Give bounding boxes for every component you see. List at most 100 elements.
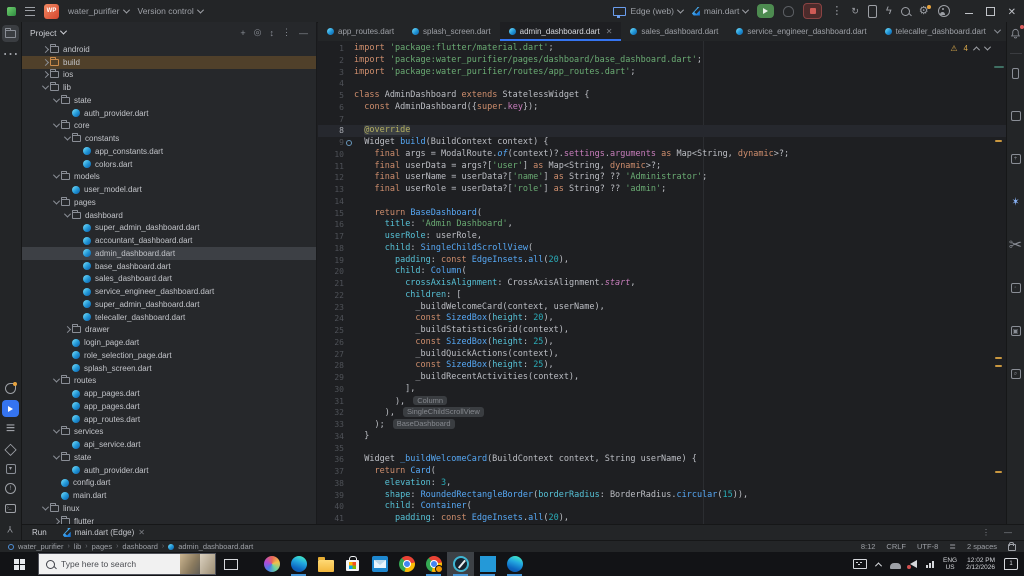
chevron-down-icon[interactable] — [41, 83, 48, 90]
code-line-27[interactable]: 27 _buildQuickActions(context), — [318, 349, 1006, 361]
line-number[interactable]: 32 — [318, 407, 344, 419]
code-line-25[interactable]: 25 _buildStatisticsGrid(context), — [318, 325, 1006, 337]
code-line-34[interactable]: 34 } — [318, 431, 1006, 443]
tree-item-admin_dashboard-dart[interactable]: admin_dashboard.dart — [22, 247, 316, 260]
inspections-widget[interactable]: ⚠ 4 — [950, 44, 990, 53]
cursor-position[interactable]: 8:12 — [861, 542, 876, 551]
network-icon[interactable] — [926, 561, 934, 568]
flutter-devtools-icon[interactable]: ◇ — [2, 440, 19, 457]
tree-item-auth_provider-dart[interactable]: auth_provider.dart — [22, 464, 316, 477]
line-number[interactable]: 18 — [318, 243, 344, 255]
override-gutter-icon[interactable] — [346, 140, 352, 146]
tree-item-linux[interactable]: linux — [22, 502, 316, 515]
line-number[interactable]: 4 — [318, 78, 344, 90]
chevron-down-icon[interactable] — [41, 503, 48, 510]
more-icon[interactable]: ⋮ — [282, 27, 291, 38]
chevron-down-icon[interactable] — [63, 134, 70, 141]
locate-icon[interactable]: ◎ — [254, 27, 262, 38]
line-number[interactable]: 22 — [318, 290, 344, 302]
line-number[interactable]: 23 — [318, 302, 344, 314]
hide-run-window-icon[interactable]: — — [1004, 528, 1012, 537]
language-indicator[interactable]: ENGUS — [943, 557, 957, 572]
tree-item-auth_provider-dart[interactable]: auth_provider.dart — [22, 107, 316, 120]
tree-item-api_service-dart[interactable]: api_service.dart — [22, 438, 316, 451]
code-line-12[interactable]: 12 final userName = userData?['name'] as… — [318, 172, 1006, 184]
code-editor[interactable]: ⚠ 4 1import 'package:flutter/material.da… — [318, 41, 1006, 540]
tree-item-services[interactable]: services — [22, 426, 316, 439]
line-number[interactable]: 12 — [318, 172, 344, 184]
stripe-caret-mark[interactable] — [994, 66, 1004, 68]
tree-item-constants[interactable]: constants — [22, 132, 316, 145]
running-devices-icon[interactable] — [1009, 109, 1023, 123]
tree-item-config-dart[interactable]: config.dart — [22, 477, 316, 490]
build-variants-icon[interactable]: ✂ — [1009, 238, 1023, 252]
code-line-38[interactable]: 38 elevation: 3, — [318, 478, 1006, 490]
line-number[interactable]: 29 — [318, 372, 344, 384]
version-control-menu[interactable]: Version control — [138, 6, 203, 16]
line-number[interactable]: 8 — [318, 125, 344, 137]
lock-icon[interactable] — [1008, 544, 1016, 551]
structure-icon[interactable]: ≡ — [2, 420, 19, 437]
line-number[interactable]: 9 — [318, 137, 344, 149]
search-icon[interactable] — [901, 7, 910, 16]
problems-icon[interactable]: ! — [2, 480, 19, 497]
debug-icon[interactable] — [783, 6, 794, 17]
run-config-selector[interactable]: main.dart — [692, 6, 748, 16]
search-box-image[interactable] — [180, 553, 200, 575]
line-number[interactable]: 30 — [318, 384, 344, 396]
code-line-28[interactable]: 28 const SizedBox(height: 25), — [318, 360, 1006, 372]
code-line-24[interactable]: 24 const SizedBox(height: 20), — [318, 313, 1006, 325]
code-line-20[interactable]: 20 child: Column( — [318, 266, 1006, 278]
line-number[interactable]: 33 — [318, 419, 344, 431]
line-number[interactable]: 7 — [318, 114, 344, 126]
line-ending[interactable]: CRLF — [886, 542, 906, 551]
line-number[interactable]: 10 — [318, 149, 344, 161]
tree-item-super_admin_dashboard-dart[interactable]: super_admin_dashboard.dart — [22, 298, 316, 311]
show-hidden-icons-chevron[interactable] — [875, 562, 882, 569]
tree-item-accountant_dashboard-dart[interactable]: accountant_dashboard.dart — [22, 234, 316, 247]
code-line-33[interactable]: 33 );BaseDashboard — [318, 419, 1006, 431]
taskbar-search[interactable]: Type here to search — [38, 553, 216, 575]
tree-item-android[interactable]: android — [22, 43, 316, 56]
account-icon[interactable] — [938, 5, 950, 17]
taskbar-app-chrome[interactable] — [393, 552, 420, 576]
tree-item-app_routes-dart[interactable]: app_routes.dart — [22, 413, 316, 426]
line-number[interactable]: 19 — [318, 255, 344, 267]
onedrive-icon[interactable] — [890, 563, 901, 569]
line-number[interactable]: 28 — [318, 360, 344, 372]
tree-item-main-dart[interactable]: main.dart — [22, 489, 316, 502]
code-line-8[interactable]: 8 @override — [318, 125, 1006, 137]
code-line-32[interactable]: 32 ),SingleChildScrollView — [318, 407, 1006, 419]
line-number[interactable]: 34 — [318, 431, 344, 443]
close-tab-icon[interactable]: ✕ — [606, 27, 613, 36]
flash-icon[interactable]: ϟ — [886, 6, 892, 17]
tab-list-chevron-icon[interactable] — [994, 27, 1001, 34]
tree-item-app_pages-dart[interactable]: app_pages.dart — [22, 400, 316, 413]
tree-item-role_selection_page-dart[interactable]: role_selection_page.dart — [22, 349, 316, 362]
code-line-17[interactable]: 17 userRole: userRole, — [318, 231, 1006, 243]
notification-center-icon[interactable]: 1 — [1004, 558, 1018, 570]
line-number[interactable]: 5 — [318, 90, 344, 102]
line-number[interactable]: 6 — [318, 102, 344, 114]
chevron-down-icon[interactable] — [52, 121, 59, 128]
chevron-down-icon[interactable] — [52, 452, 59, 459]
tree-item-service_engineer_dashboard-dart[interactable]: service_engineer_dashboard.dart — [22, 285, 316, 298]
terminal-icon[interactable]: ›_ — [2, 500, 19, 517]
breadcrumb-item[interactable]: water_purifier — [18, 542, 63, 551]
run-button[interactable] — [757, 4, 774, 18]
tree-item-app_pages-dart[interactable]: app_pages.dart — [22, 387, 316, 400]
volume-icon[interactable] — [910, 560, 917, 568]
stripe-warning-mark[interactable] — [995, 471, 1002, 473]
code-line-4[interactable]: 4 — [318, 78, 1006, 90]
close-icon[interactable]: ✕ — [1008, 7, 1016, 18]
tab-service_engineer_dashboard-dart[interactable]: service_engineer_dashboard.dart — [727, 22, 875, 41]
breadcrumb-item[interactable]: lib — [74, 542, 82, 551]
next-warning-icon[interactable] — [984, 44, 991, 51]
code-line-29[interactable]: 29 _buildRecentActivities(context), — [318, 372, 1006, 384]
taskbar-app-vscode[interactable] — [474, 552, 501, 576]
search-box-image[interactable] — [200, 553, 215, 575]
line-number[interactable]: 3 — [318, 67, 344, 79]
device-selector[interactable]: Edge (web) — [613, 6, 682, 16]
code-line-3[interactable]: 3import 'package:water_purifier/routes/a… — [318, 67, 1006, 79]
tree-item-drawer[interactable]: drawer — [22, 324, 316, 337]
